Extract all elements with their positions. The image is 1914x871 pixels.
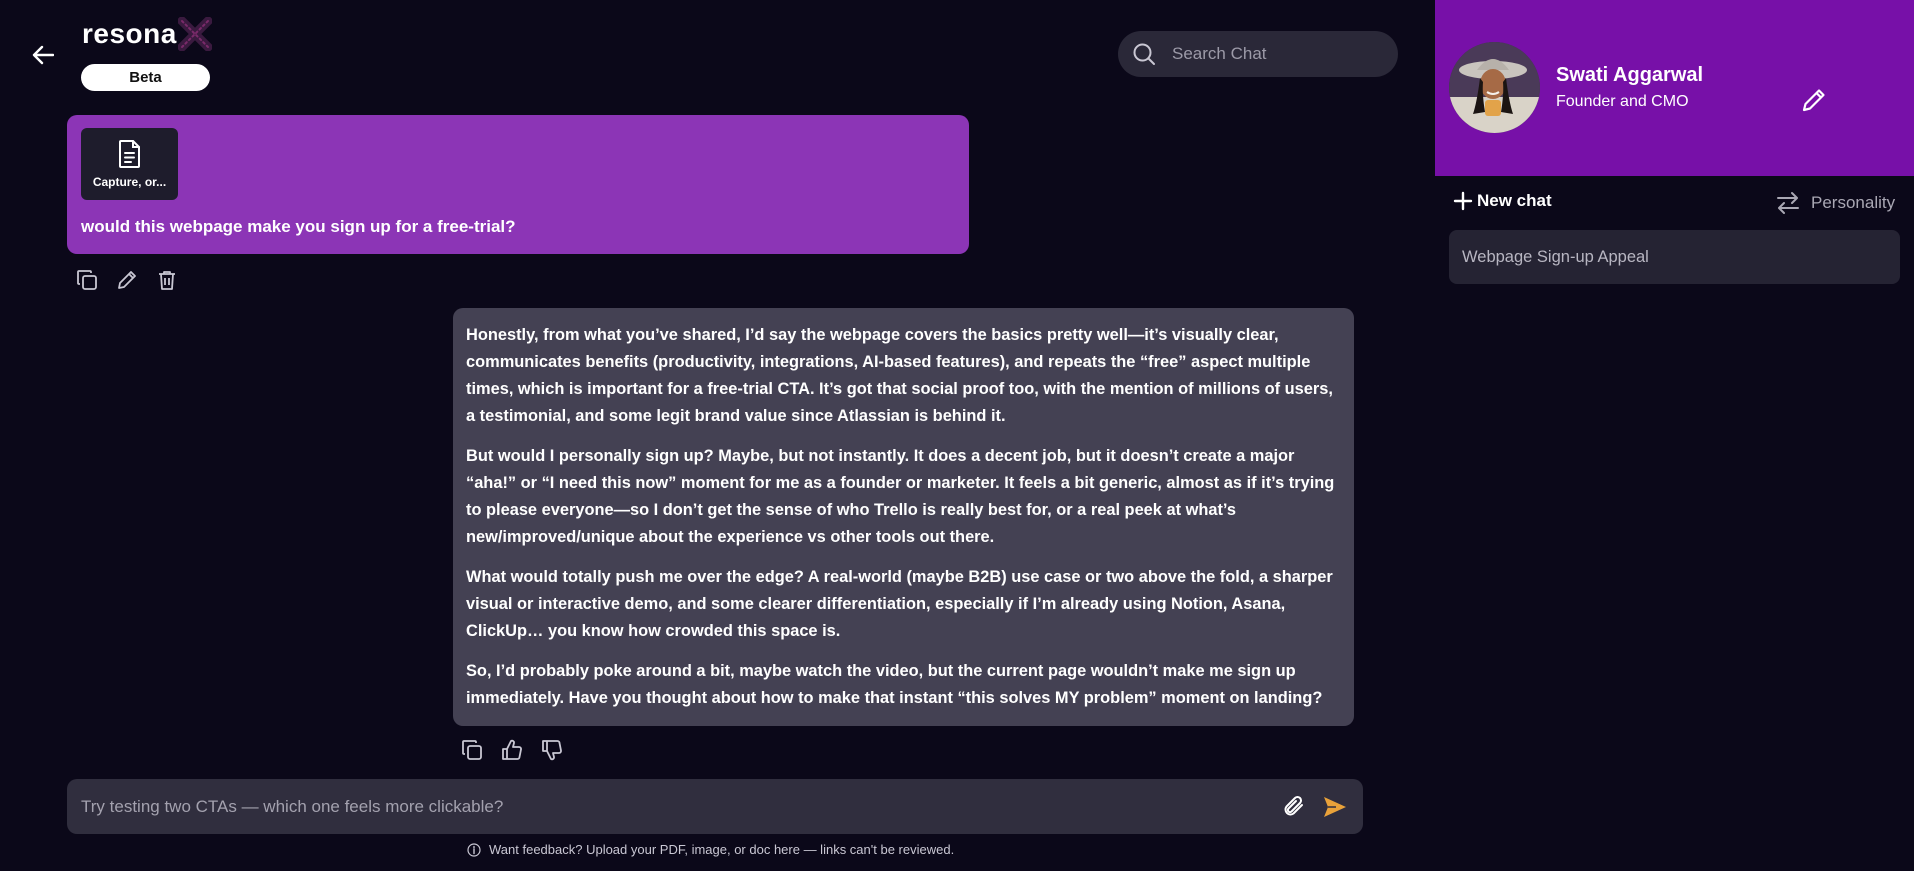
pencil-icon [118, 271, 136, 289]
search-input[interactable] [1172, 44, 1392, 64]
trash-icon [159, 271, 175, 290]
thumbs-up-icon [502, 739, 522, 760]
personality-button[interactable]: Personality [1775, 191, 1895, 215]
edit-profile-button[interactable] [1799, 85, 1829, 115]
plus-icon [1453, 191, 1473, 211]
logo-text: resona [82, 18, 177, 49]
attachment-card[interactable]: Capture, or... [81, 128, 178, 200]
copy-button[interactable] [74, 267, 100, 293]
ai-message-bubble: Honestly, from what you’ve shared, I’d s… [453, 308, 1354, 726]
thumbs-up-button[interactable] [499, 737, 525, 763]
swap-arrows-icon [1777, 192, 1799, 214]
search-icon [1130, 40, 1158, 68]
ai-paragraph: So, I’d probably poke around a bit, mayb… [466, 662, 1323, 707]
message-composer [67, 779, 1363, 834]
pencil-icon [1802, 89, 1825, 112]
attach-file-button[interactable] [1277, 789, 1313, 825]
logo-x-mark [177, 17, 212, 51]
back-button[interactable] [28, 40, 58, 70]
thumbs-down-button[interactable] [539, 737, 565, 763]
sidebar: Swati Aggarwal Founder and CMO New chat … [1435, 0, 1914, 871]
chat-history-item[interactable]: Webpage Sign-up Appeal [1449, 230, 1900, 284]
send-button[interactable] [1317, 789, 1353, 825]
ai-paragraph: What would totally push me over the edge… [466, 568, 1333, 640]
copy-icon [462, 740, 482, 760]
profile-role: Founder and CMO [1556, 93, 1689, 110]
user-message-text: would this webpage make you sign up for … [81, 217, 516, 236]
resona-logo: resona [82, 16, 212, 52]
search-bar[interactable] [1118, 31, 1398, 77]
avatar [1449, 42, 1540, 133]
delete-message-button[interactable] [154, 267, 180, 293]
document-icon [118, 140, 140, 168]
ai-paragraph: Honestly, from what you’ve shared, I’d s… [466, 326, 1333, 425]
attachment-name: Capture, or... [92, 175, 167, 189]
upload-footnote: Want feedback? Upload your PDF, image, o… [467, 842, 954, 857]
chat-main: resona Beta Capture, or... would this we… [0, 0, 1435, 871]
ai-message-actions [459, 737, 565, 763]
personality-label: Personality [1811, 193, 1896, 212]
message-input[interactable] [81, 796, 1277, 817]
footnote-text: Want feedback? Upload your PDF, image, o… [489, 842, 955, 857]
edit-message-button[interactable] [114, 267, 140, 293]
new-chat-label: New chat [1477, 191, 1552, 210]
new-chat-button[interactable]: New chat [1453, 191, 1552, 211]
profile-name: Swati Aggarwal [1556, 64, 1704, 86]
arrow-left-icon [32, 45, 54, 65]
profile-card: Swati Aggarwal Founder and CMO [1435, 0, 1914, 176]
info-icon [467, 842, 481, 857]
user-message-bubble: Capture, or... would this webpage make y… [67, 115, 969, 254]
beta-badge: Beta [81, 64, 210, 91]
ai-paragraph: But would I personally sign up? Maybe, b… [466, 447, 1335, 546]
copy-response-button[interactable] [459, 737, 485, 763]
copy-icon [77, 270, 97, 290]
user-message-actions [74, 267, 180, 293]
paperclip-icon [1284, 795, 1303, 815]
send-icon [1324, 796, 1346, 817]
thumbs-down-icon [542, 740, 562, 761]
